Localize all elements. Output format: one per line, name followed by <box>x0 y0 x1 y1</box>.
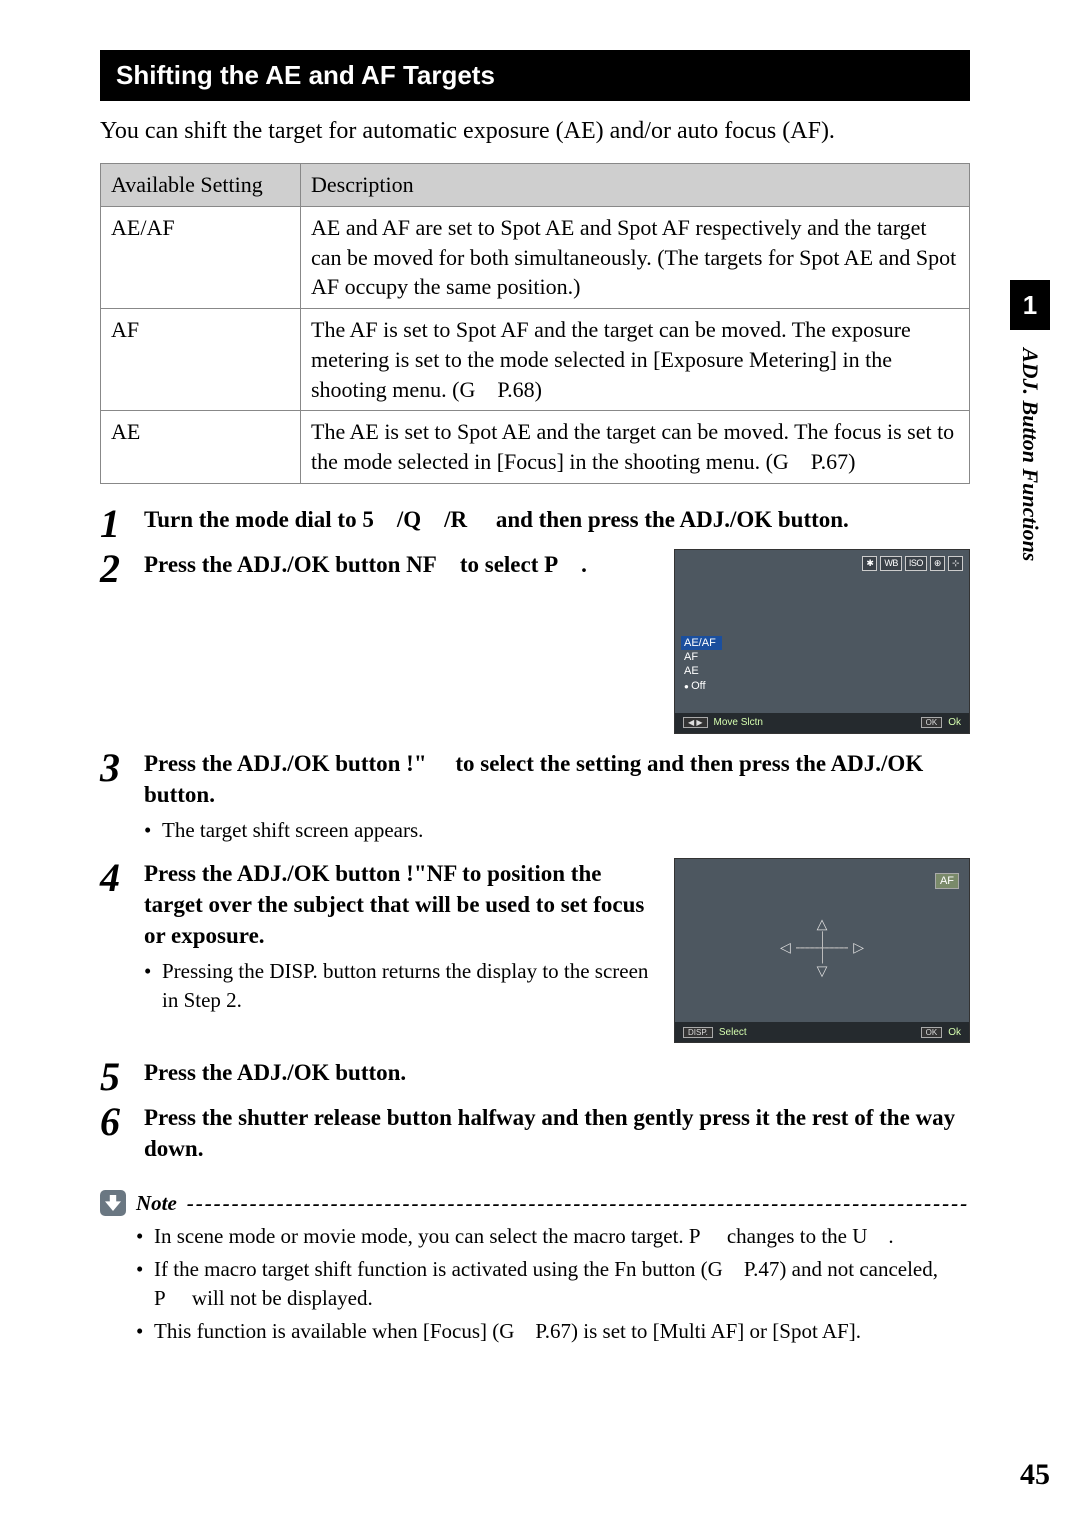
ok-button-icon: OK <box>921 1027 943 1038</box>
table-row: AE/AF AE and AF are set to Spot AE and S… <box>101 207 970 309</box>
wb-icon: WB <box>880 556 902 571</box>
step-6: Press the shutter release button halfway… <box>100 1102 970 1164</box>
table-header-description: Description <box>301 164 970 207</box>
cell-setting: AE/AF <box>101 207 301 309</box>
cell-description: AE and AF are set to Spot AE and Spot AF… <box>301 207 970 309</box>
step-5: Press the ADJ./OK button. <box>100 1057 970 1088</box>
step-1: Turn the mode dial to 5 /Q /R and then p… <box>100 504 970 535</box>
table-row: AF The AF is set to Spot AF and the targ… <box>101 309 970 411</box>
step-text: Turn the mode dial to 5 /Q /R and then p… <box>144 504 970 535</box>
bottom-right-label: Ok <box>948 717 961 728</box>
note-section: Note -----------------------------------… <box>100 1190 970 1346</box>
bottom-bar: ◀ ▶ Move Slctn OK Ok <box>675 713 969 733</box>
cell-description: The AF is set to Spot AF and the target … <box>301 309 970 411</box>
nav-arrows-icon: ◀ ▶ <box>683 717 708 728</box>
step-4: Press the ADJ./OK button !"NF to positio… <box>100 858 970 1043</box>
note-heading: Note <box>136 1191 177 1216</box>
lcd-screen-menu: ✱ WB ISO ⊕ ⊹ AE/AF AF AE Off ◀ ▶ Move Sl… <box>674 549 970 734</box>
menu-item: AE <box>681 664 722 678</box>
step-sub: The target shift screen appears. <box>144 816 970 844</box>
menu-item-off: Off <box>681 679 722 693</box>
step-2: Press the ADJ./OK button NF to select P … <box>100 549 970 734</box>
step-3: Press the ADJ./OK button !" to select th… <box>100 748 970 844</box>
note-item: If the macro target shift function is ac… <box>136 1255 970 1313</box>
bottom-left-label: Select <box>719 1027 747 1038</box>
step-text: Press the ADJ./OK button NF to select P … <box>144 549 658 580</box>
bottom-bar: DISP. Select OK Ok <box>675 1022 969 1042</box>
note-item: This function is available when [Focus] … <box>136 1317 970 1346</box>
section-title: Shifting the AE and AF Targets <box>100 50 970 101</box>
lcd-screen-target: AF △ ▽ ◁ ▷ DISP. Select OK Ok <box>674 858 970 1043</box>
chapter-tab: 1 ADJ. Button Functions <box>1006 280 1054 561</box>
cell-setting: AE <box>101 411 301 483</box>
target-crosshair-icon: △ ▽ ◁ ▷ <box>782 917 862 977</box>
ok-button-icon: OK <box>921 717 943 728</box>
exposure-comp-icon: ✱ <box>862 556 877 571</box>
table-header-setting: Available Setting <box>101 164 301 207</box>
iso-icon: ISO <box>905 556 927 571</box>
note-item: In scene mode or movie mode, you can sel… <box>136 1222 970 1251</box>
chapter-number: 1 <box>1010 280 1050 330</box>
crosshair-icon: ⊹ <box>948 556 963 571</box>
table-row: AE The AE is set to Spot AE and the targ… <box>101 411 970 483</box>
note-icon <box>100 1190 126 1216</box>
step-text: Press the ADJ./OK button !" to select th… <box>144 748 970 810</box>
settings-table: Available Setting Description AE/AF AE a… <box>100 163 970 483</box>
step-sub: Pressing the DISP. button returns the di… <box>144 957 658 1014</box>
step-text: Press the shutter release button halfway… <box>144 1102 970 1164</box>
menu-list: AE/AF AF AE Off <box>681 636 722 693</box>
chapter-label: ADJ. Button Functions <box>1017 348 1043 561</box>
bottom-left-label: Move Slctn <box>714 717 763 728</box>
disp-button-icon: DISP. <box>683 1027 713 1038</box>
cell-description: The AE is set to Spot AE and the target … <box>301 411 970 483</box>
menu-item-selected: AE/AF <box>681 636 722 650</box>
menu-item: AF <box>681 650 722 664</box>
page-number: 45 <box>1020 1458 1050 1492</box>
cell-setting: AF <box>101 309 301 411</box>
intro-paragraph: You can shift the target for automatic e… <box>100 115 970 147</box>
step-text: Press the ADJ./OK button !"NF to positio… <box>144 858 658 951</box>
bottom-right-label: Ok <box>948 1027 961 1038</box>
af-badge: AF <box>935 873 959 889</box>
step-text: Press the ADJ./OK button. <box>144 1057 970 1088</box>
target-icon: ⊕ <box>930 556 945 571</box>
note-dashes: ----------------------------------------… <box>187 1191 970 1216</box>
